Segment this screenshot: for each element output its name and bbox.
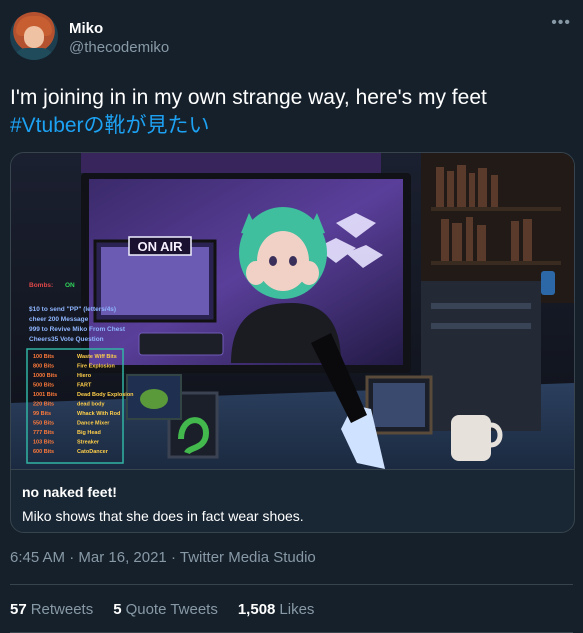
hashtag-link[interactable]: #Vtuberの靴が見たい bbox=[10, 112, 570, 140]
mug bbox=[451, 415, 491, 461]
bits-amount-6: 99 Bits bbox=[33, 411, 51, 417]
bits-action-2: Hiero bbox=[77, 373, 92, 379]
tweet-stats: 57 Retweets 5 Quote Tweets 1,508 Likes bbox=[10, 601, 314, 618]
bits-action-4: Dead Body Explosion bbox=[77, 392, 134, 398]
media-card[interactable]: ON AIR Bombs: ON $10 to send "PP" (lette… bbox=[10, 152, 575, 533]
bits-action-9: Streaker bbox=[77, 440, 100, 446]
bits-action-3: FART bbox=[77, 383, 92, 389]
tweet-time[interactable]: 6:45 AM bbox=[10, 549, 65, 566]
bits-action-8: Big Head bbox=[77, 430, 101, 436]
on-air-text: ON AIR bbox=[137, 239, 183, 254]
tweet-text: I'm joining in in my own strange way, he… bbox=[10, 84, 570, 140]
tweet-body: I'm joining in in my own strange way, he… bbox=[10, 86, 487, 109]
quotes-stat[interactable]: 5 Quote Tweets bbox=[113, 601, 218, 618]
meta-separator-2: · bbox=[170, 549, 176, 566]
avatar-suit bbox=[14, 48, 54, 60]
retweets-label: Retweets bbox=[30, 601, 94, 618]
bits-amount-8: 777 Bits bbox=[33, 430, 54, 436]
bits-action-0: Waste Wiff Bits bbox=[77, 354, 117, 360]
retweets-stat[interactable]: 57 Retweets bbox=[10, 601, 93, 618]
bits-amount-9: 103 Bits bbox=[33, 440, 54, 446]
bits-amount-3: 500 Bits bbox=[33, 383, 54, 389]
meta-separator-1: · bbox=[69, 549, 75, 566]
likes-stat[interactable]: 1,508 Likes bbox=[238, 601, 315, 618]
card-title[interactable]: no naked feet! bbox=[22, 484, 117, 500]
card-description: Miko shows that she does in fact wear sh… bbox=[22, 508, 304, 524]
overlay-command-3: Cheers35 Vote Question bbox=[29, 336, 104, 343]
bits-amount-2: 1000 Bits bbox=[33, 373, 57, 379]
bits-amount-7: 550 Bits bbox=[33, 421, 54, 427]
bits-amount-4: 1001 Bits bbox=[33, 392, 57, 398]
bits-amount-1: 800 Bits bbox=[33, 364, 54, 370]
bits-action-1: Fire Explosion bbox=[77, 364, 116, 370]
bombs-value: ON bbox=[65, 282, 75, 289]
author-handle[interactable]: @thecodemiko bbox=[69, 39, 169, 56]
keyboard bbox=[138, 332, 224, 356]
tweet-date[interactable]: Mar 16, 2021 bbox=[78, 549, 166, 566]
bits-action-6: Whack With Rod bbox=[77, 411, 120, 417]
quotes-count: 5 bbox=[113, 601, 122, 618]
bits-action-7: Dance Mixer bbox=[77, 421, 110, 427]
bits-amount-0: 100 Bits bbox=[33, 354, 54, 360]
divider-top bbox=[10, 584, 573, 585]
avatar-face bbox=[24, 26, 44, 48]
card-media-image[interactable]: ON AIR Bombs: ON $10 to send "PP" (lette… bbox=[11, 153, 574, 469]
bits-action-10: CatoDancer bbox=[77, 449, 109, 455]
overlay-command-2: 999 to Revive Miko From Chest bbox=[29, 326, 126, 333]
author-name[interactable]: Miko bbox=[69, 20, 103, 37]
retweets-count: 57 bbox=[10, 601, 27, 618]
tweet-timestamp[interactable]: 6:45 AM · Mar 16, 2021 · Twitter Media S… bbox=[10, 549, 316, 566]
bits-action-5: dead body bbox=[77, 402, 105, 408]
likes-count: 1,508 bbox=[237, 601, 276, 618]
overlay-command-0: $10 to send "PP" (letters/4s) bbox=[29, 306, 116, 313]
overlay-command-1: cheer 200 Message bbox=[29, 316, 89, 323]
avatar[interactable] bbox=[10, 12, 58, 60]
bits-amount-10: 600 Bits bbox=[33, 449, 54, 455]
more-horizontal-icon[interactable]: ••• bbox=[551, 14, 571, 32]
card-separator bbox=[11, 469, 574, 470]
quotes-label: Quote Tweets bbox=[125, 601, 218, 618]
bits-amount-5: 220 Bits bbox=[33, 402, 54, 408]
tweet-source[interactable]: Twitter Media Studio bbox=[180, 549, 316, 566]
drink-can bbox=[541, 271, 555, 295]
bombs-label: Bombs: bbox=[29, 282, 53, 289]
likes-label: Likes bbox=[279, 601, 315, 618]
